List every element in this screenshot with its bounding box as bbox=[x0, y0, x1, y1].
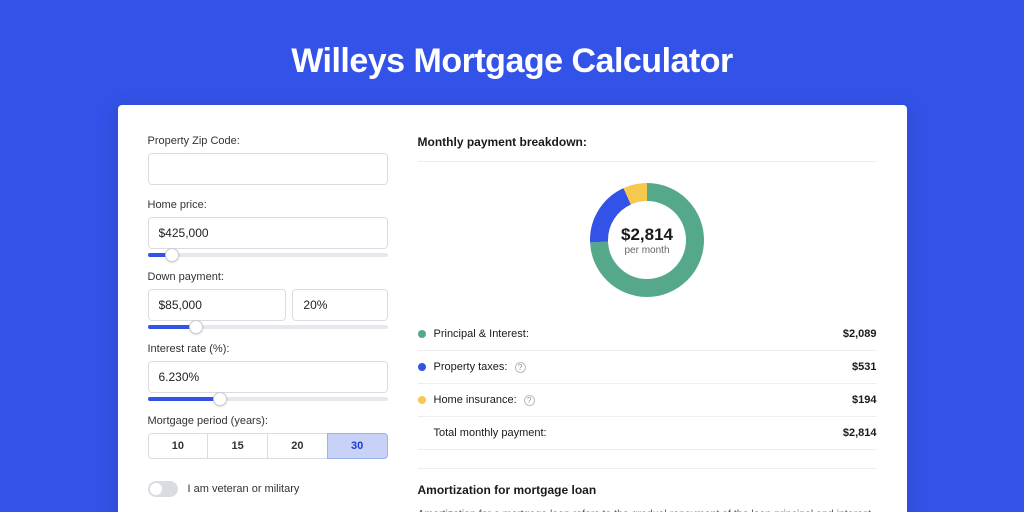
veteran-toggle[interactable] bbox=[148, 481, 178, 497]
legend-dot-yellow bbox=[418, 396, 426, 404]
interest-rate-field: Interest rate (%): bbox=[148, 343, 388, 401]
slider-thumb[interactable] bbox=[189, 320, 203, 334]
period-option-20[interactable]: 20 bbox=[267, 433, 328, 459]
breakdown-panel: Monthly payment breakdown: $2,814 per mo… bbox=[418, 135, 877, 512]
interest-rate-input[interactable] bbox=[148, 361, 388, 393]
page-title: Willeys Mortgage Calculator bbox=[0, 0, 1024, 105]
period-option-15[interactable]: 15 bbox=[207, 433, 268, 459]
total-value: $2,814 bbox=[843, 427, 877, 439]
row-value: $2,089 bbox=[843, 328, 877, 340]
home-price-input[interactable] bbox=[148, 217, 388, 249]
veteran-row: I am veteran or military bbox=[148, 481, 388, 497]
donut-chart-wrap: $2,814 per month bbox=[418, 162, 877, 318]
down-payment-percent-input[interactable] bbox=[292, 289, 387, 321]
slider-thumb[interactable] bbox=[213, 392, 227, 406]
down-payment-label: Down payment: bbox=[148, 271, 388, 283]
legend-dot-blue bbox=[418, 363, 426, 371]
home-price-field: Home price: bbox=[148, 199, 388, 257]
period-option-10[interactable]: 10 bbox=[148, 433, 209, 459]
row-value: $194 bbox=[852, 394, 876, 406]
down-payment-slider[interactable] bbox=[148, 325, 388, 329]
donut-amount: $2,814 bbox=[621, 225, 673, 245]
home-price-slider[interactable] bbox=[148, 253, 388, 257]
interest-rate-label: Interest rate (%): bbox=[148, 343, 388, 355]
mortgage-period-options: 10 15 20 30 bbox=[148, 433, 388, 459]
row-home-insurance: Home insurance: ? $194 bbox=[418, 384, 877, 417]
amort-title: Amortization for mortgage loan bbox=[418, 483, 877, 497]
down-payment-field: Down payment: bbox=[148, 271, 388, 329]
row-principal-interest: Principal & Interest: $2,089 bbox=[418, 318, 877, 351]
amort-body: Amortization for a mortgage loan refers … bbox=[418, 507, 877, 512]
legend-dot-green bbox=[418, 330, 426, 338]
mortgage-period-field: Mortgage period (years): 10 15 20 30 bbox=[148, 415, 388, 459]
period-option-30[interactable]: 30 bbox=[327, 433, 388, 459]
row-label: Principal & Interest: bbox=[434, 328, 843, 340]
calculator-card: Property Zip Code: Home price: Down paym… bbox=[118, 105, 907, 512]
donut-sub: per month bbox=[624, 245, 669, 256]
row-label-text: Home insurance: bbox=[434, 394, 517, 406]
home-price-label: Home price: bbox=[148, 199, 388, 211]
row-total: Total monthly payment: $2,814 bbox=[418, 417, 877, 450]
slider-fill bbox=[148, 397, 220, 401]
down-payment-input[interactable] bbox=[148, 289, 287, 321]
veteran-label: I am veteran or military bbox=[188, 483, 300, 495]
total-label: Total monthly payment: bbox=[434, 427, 843, 439]
row-property-taxes: Property taxes: ? $531 bbox=[418, 351, 877, 384]
toggle-knob bbox=[150, 483, 162, 495]
interest-rate-slider[interactable] bbox=[148, 397, 388, 401]
amortization-section: Amortization for mortgage loan Amortizat… bbox=[418, 468, 877, 512]
info-icon[interactable]: ? bbox=[524, 395, 535, 406]
row-value: $531 bbox=[852, 361, 876, 373]
donut-center: $2,814 per month bbox=[585, 178, 709, 302]
zip-field: Property Zip Code: bbox=[148, 135, 388, 185]
zip-input[interactable] bbox=[148, 153, 388, 185]
row-label-text: Property taxes: bbox=[434, 361, 508, 373]
slider-thumb[interactable] bbox=[165, 248, 179, 262]
donut-chart: $2,814 per month bbox=[585, 178, 709, 302]
mortgage-period-label: Mortgage period (years): bbox=[148, 415, 388, 427]
info-icon[interactable]: ? bbox=[515, 362, 526, 373]
zip-label: Property Zip Code: bbox=[148, 135, 388, 147]
row-label: Property taxes: ? bbox=[434, 361, 853, 373]
inputs-panel: Property Zip Code: Home price: Down paym… bbox=[148, 135, 388, 512]
breakdown-title: Monthly payment breakdown: bbox=[418, 135, 877, 162]
row-label: Home insurance: ? bbox=[434, 394, 853, 406]
